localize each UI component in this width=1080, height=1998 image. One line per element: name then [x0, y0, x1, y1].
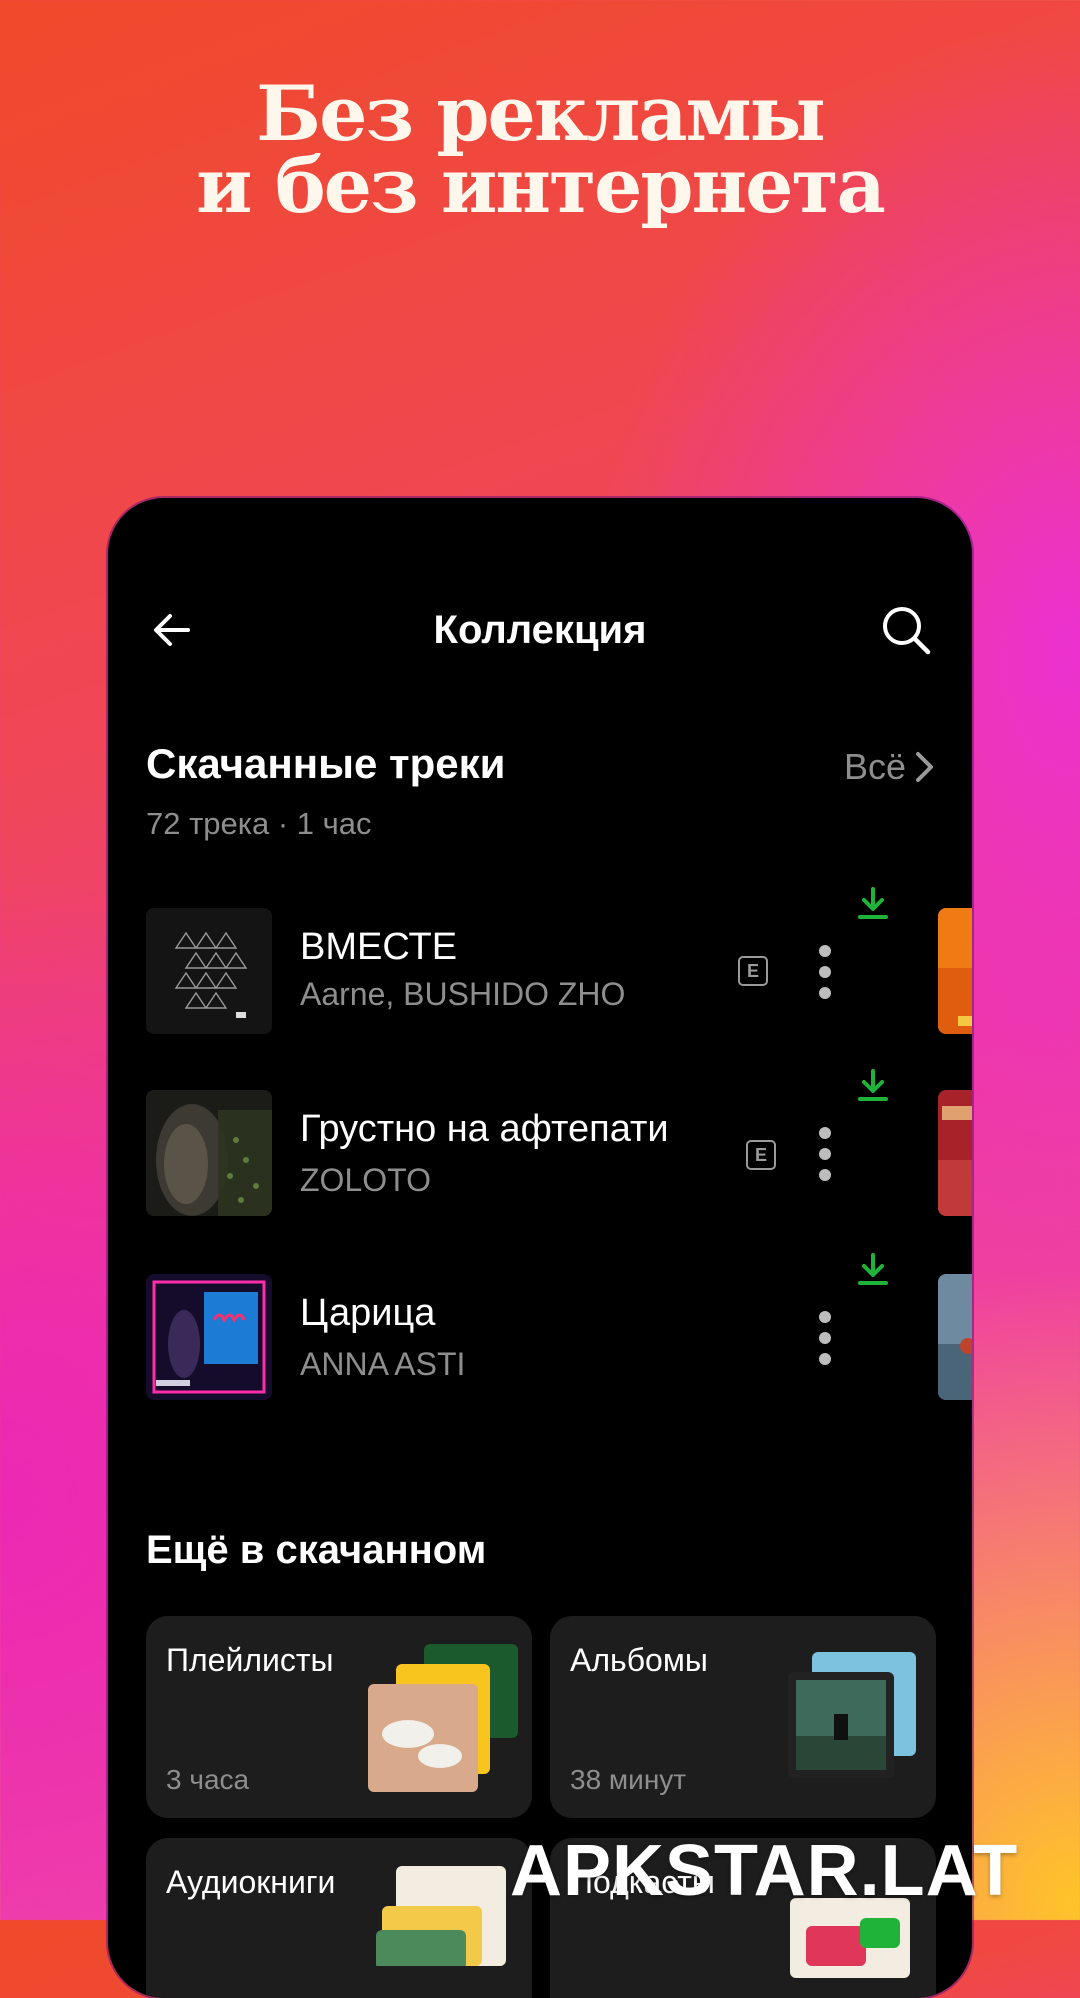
explicit-badge: E — [738, 956, 768, 986]
search-icon — [883, 607, 931, 655]
explicit-badge: E — [746, 1140, 776, 1170]
watermark: APKSTAR.LAT — [510, 1831, 1019, 1911]
more-options-icon[interactable] — [818, 1126, 832, 1182]
more-options-icon[interactable] — [818, 944, 832, 1000]
top-bar: Коллекция — [108, 598, 972, 662]
audiobooks-collage — [376, 1866, 506, 1966]
card-label: Плейлисты — [166, 1642, 334, 1678]
next-item-cover — [938, 1274, 972, 1400]
promo-headline: Без рекламы и без интернета — [0, 69, 1080, 230]
card-label: Альбомы — [570, 1642, 708, 1678]
downloaded-icon — [858, 887, 888, 919]
track-artist: ANNA ASTI — [300, 1346, 466, 1382]
track-row[interactable]: Царица ANNA ASTI — [108, 1253, 972, 1404]
card-playlists[interactable]: Плейлисты 3 часа — [146, 1616, 532, 1818]
promo-line-1: Без рекламы — [256, 69, 826, 158]
downloaded-icon — [858, 1069, 888, 1101]
card-audiobooks[interactable]: Аудиокниги — [146, 1838, 532, 1998]
downloaded-section-title: Скачанные треки — [146, 740, 506, 787]
track-row[interactable]: ВМЕСТЕ Aarne, BUSHIDO ZHO E — [108, 887, 972, 1038]
promo-line-2: и без интернета — [196, 141, 886, 230]
next-item-cover — [938, 1090, 972, 1216]
more-options-icon[interactable] — [818, 1310, 832, 1366]
see-all-label: Всё — [843, 746, 906, 787]
page-title: Коллекция — [433, 608, 647, 652]
album-cover — [146, 908, 272, 1034]
card-sub: 3 часа — [166, 1764, 250, 1795]
playlists-collage — [368, 1644, 518, 1792]
album-cover — [146, 1274, 272, 1400]
albums-collage — [788, 1652, 916, 1778]
track-artist: Aarne, BUSHIDO ZHO — [300, 976, 626, 1012]
card-label: Аудиокниги — [166, 1864, 336, 1900]
card-albums[interactable]: Альбомы 38 минут — [550, 1616, 936, 1818]
track-row[interactable]: Грустно на афтепати ZOLOTO E — [108, 1069, 972, 1220]
search-button[interactable] — [880, 604, 932, 656]
album-cover — [146, 1090, 272, 1216]
track-title: Грустно на афтепати — [300, 1108, 669, 1150]
track-title: ВМЕСТЕ — [300, 926, 458, 968]
chevron-right-icon — [916, 752, 933, 782]
next-item-cover — [938, 908, 972, 1034]
card-sub: 38 минут — [570, 1764, 687, 1795]
downloaded-icon — [858, 1253, 888, 1285]
see-all-link[interactable]: Всё — [844, 746, 936, 788]
track-title: Царица — [300, 1292, 436, 1334]
track-artist: ZOLOTO — [300, 1162, 431, 1198]
more-section-title: Ещё в скачанном — [146, 1528, 487, 1572]
phone-screen: Коллекция Скачанные треки Всё 72 трека ·… — [108, 498, 972, 1998]
downloaded-summary: 72 трека · 1 час — [146, 806, 372, 841]
